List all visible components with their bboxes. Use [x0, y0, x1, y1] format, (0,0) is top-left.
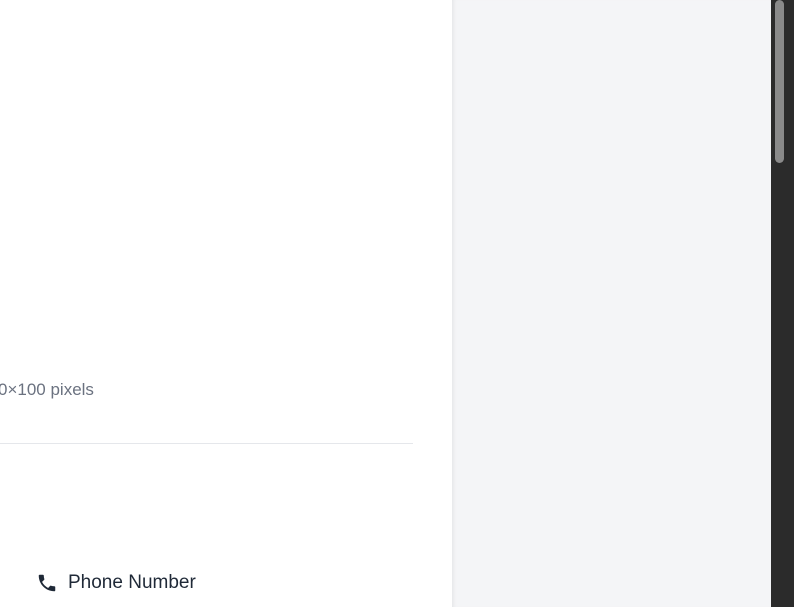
form-panel: 0×100 pixels Phone Number [0, 0, 452, 607]
image-size-hint: 0×100 pixels [0, 380, 94, 399]
scrollbar[interactable] [771, 0, 794, 607]
scrollbar-thumb[interactable] [775, 0, 784, 163]
phone-icon [36, 572, 58, 594]
side-panel [452, 0, 771, 607]
phone-number-label: Phone Number [36, 572, 196, 594]
section-divider [0, 443, 413, 444]
app-window: 0×100 pixels Phone Number [0, 0, 794, 607]
phone-number-label-text: Phone Number [68, 572, 196, 593]
